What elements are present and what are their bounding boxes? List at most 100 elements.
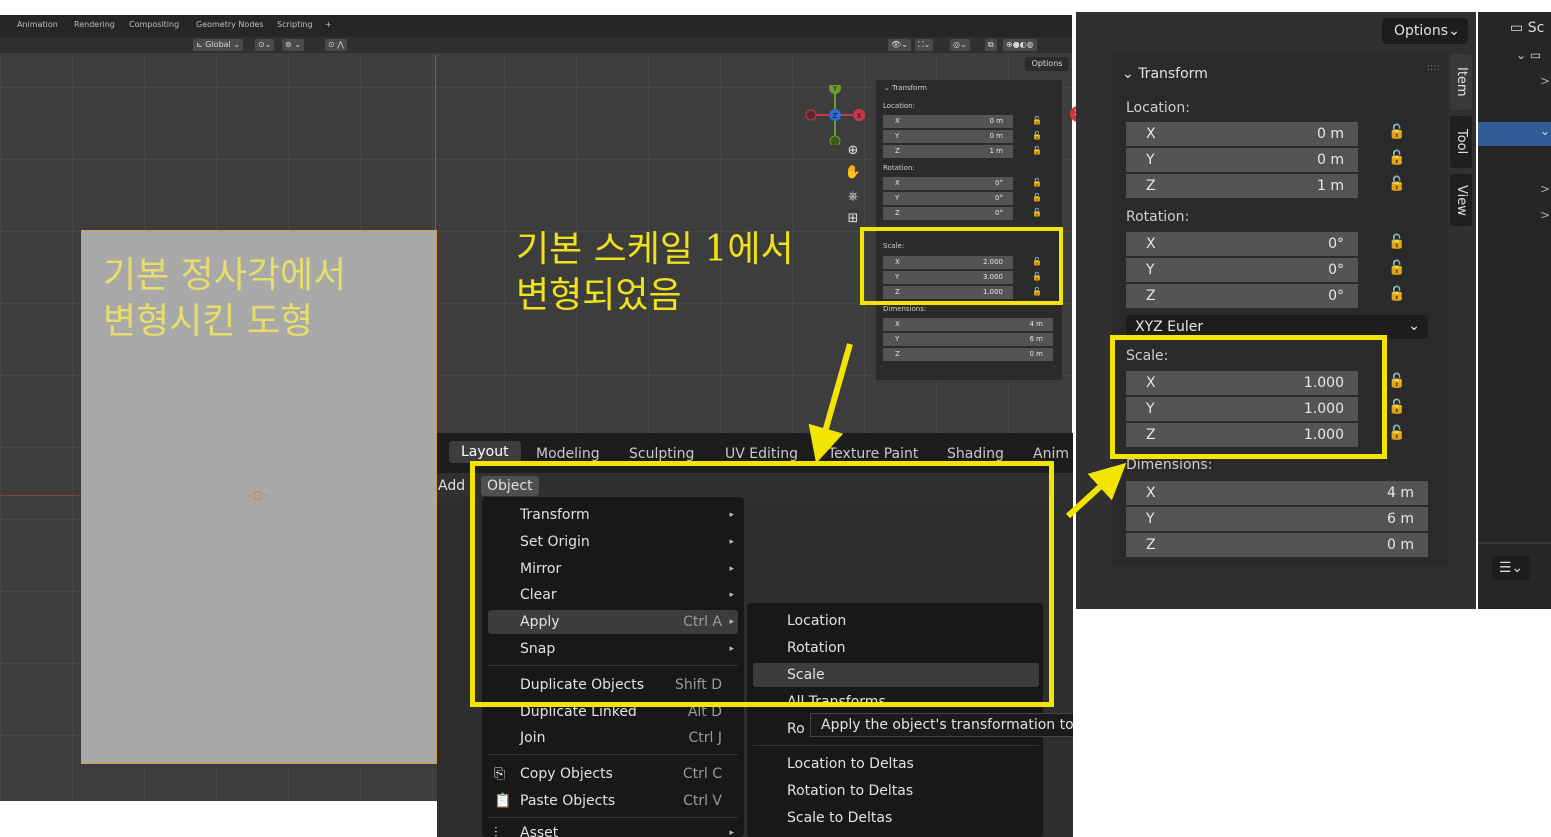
lock-icon[interactable]: 🔓: [1032, 146, 1042, 155]
lock-icon[interactable]: 🔓: [1032, 193, 1042, 202]
orientation-value: Global: [205, 40, 231, 49]
field-value: 0 m: [989, 117, 1004, 125]
tab-modeling[interactable]: Modeling: [536, 446, 600, 462]
shading-modes[interactable]: ⊕●◐◍: [1003, 39, 1037, 51]
dimensions-y-field[interactable]: Y 6 m: [1126, 507, 1428, 531]
pan-hand-icon[interactable]: ✋: [843, 165, 863, 183]
mini-dimensions-y[interactable]: Y 6 m: [883, 333, 1053, 346]
navigation-gizmo[interactable]: Y X Z: [805, 85, 865, 145]
lock-icon[interactable]: 🔓: [1032, 116, 1042, 125]
location-x-field[interactable]: X 0 m: [1126, 122, 1358, 146]
properties-editor-dropdown[interactable]: ☰⌄: [1492, 556, 1530, 580]
snap-dropdown[interactable]: ⊚ ⌄: [282, 39, 304, 51]
tab-view[interactable]: View: [1450, 174, 1472, 226]
mini-dimensions-x[interactable]: X 4 m: [883, 318, 1053, 331]
dimensions-z-field[interactable]: Z 0 m: [1126, 533, 1428, 557]
rotation-x-field[interactable]: X 0°: [1126, 232, 1358, 256]
lock-icon[interactable]: 🔓: [1388, 176, 1405, 192]
lock-icon[interactable]: 🔓: [1032, 131, 1042, 140]
add-workspace-button[interactable]: +: [325, 20, 332, 29]
xray-button[interactable]: ⧉: [985, 39, 997, 51]
pivot-dropdown[interactable]: ⊙⌄: [255, 39, 275, 51]
gizmo-dropdown[interactable]: ⛶⌄: [915, 39, 934, 51]
menu-item-join[interactable]: Join Ctrl J: [488, 726, 738, 750]
copy-icon: ⎘: [494, 766, 506, 782]
dimensions-x-field[interactable]: X 4 m: [1126, 481, 1428, 505]
proportional-edit-button[interactable]: ⊙ ⋀: [325, 39, 347, 51]
overlay-dropdown[interactable]: ◎⌄: [950, 39, 970, 51]
lock-icon[interactable]: 🔓: [1388, 150, 1405, 166]
tab-item[interactable]: Item: [1450, 54, 1472, 110]
field-key: Y: [1146, 152, 1155, 168]
options-dropdown[interactable]: Options ⌄: [1382, 18, 1468, 44]
mini-rotation-y[interactable]: Y 0°: [883, 192, 1013, 205]
gizmo-z-label: Z: [833, 112, 838, 120]
mini-rotation-label: Rotation:: [883, 164, 915, 172]
tab-sculpting[interactable]: Sculpting: [629, 446, 694, 462]
location-z-field[interactable]: Z 1 m: [1126, 174, 1358, 198]
rotation-y-field[interactable]: Y 0°: [1126, 258, 1358, 282]
tab-rendering[interactable]: Rendering: [74, 20, 115, 29]
mini-location-y[interactable]: Y 0 m: [883, 130, 1013, 143]
menu-item-asset[interactable]: ⫶ Asset ▸: [488, 821, 738, 837]
visibility-dropdown[interactable]: 👁⌄: [888, 39, 911, 51]
lock-icon[interactable]: 🔓: [1388, 234, 1405, 250]
visibility-icon[interactable]: >: [1540, 208, 1550, 222]
field-key: Z: [1146, 537, 1156, 553]
tab-geometry-nodes[interactable]: Geometry Nodes: [196, 20, 263, 29]
apply-item-location-to-deltas[interactable]: Location to Deltas: [753, 752, 1039, 776]
tab-animation[interactable]: Animation: [17, 20, 58, 29]
rotation-z-field[interactable]: Z 0°: [1126, 284, 1358, 308]
menu-item-copy-objects[interactable]: ⎘ Copy Objects Ctrl C: [488, 762, 738, 786]
apply-item-scale-to-deltas[interactable]: Scale to Deltas: [753, 806, 1039, 830]
visibility-icon[interactable]: >: [1540, 74, 1550, 88]
lock-icon[interactable]: 🔓: [1032, 178, 1042, 187]
field-key: Z: [895, 209, 900, 217]
tab-tool[interactable]: Tool: [1450, 116, 1472, 168]
tab-scripting[interactable]: Scripting: [277, 20, 313, 29]
lock-icon[interactable]: 🔓: [1388, 260, 1405, 276]
outliner-panel: ▭ Sc ⌄ ▭ > ⌄ > > ☰⌄: [1478, 12, 1551, 609]
chevron-down-icon[interactable]: ⌄ ▭: [1516, 48, 1541, 62]
mini-options-button[interactable]: Options: [1025, 57, 1069, 71]
lock-icon[interactable]: 🔓: [1388, 286, 1405, 302]
drag-handle-icon[interactable]: ::::: [1427, 62, 1440, 73]
lock-icon[interactable]: 🔓: [1388, 425, 1405, 441]
tab-shading[interactable]: Shading: [947, 446, 1004, 462]
field-key: Y: [1146, 262, 1155, 278]
menu-item-shortcut: Ctrl V: [683, 793, 722, 809]
mini-location-label: Location:: [883, 102, 915, 110]
zoom-icon[interactable]: ⊕: [843, 143, 863, 161]
mini-rotation-z[interactable]: Z 0°: [883, 207, 1013, 220]
tab-layout[interactable]: Layout: [449, 441, 521, 463]
apply-item-rotation-to-deltas[interactable]: Rotation to Deltas: [753, 779, 1039, 803]
visibility-icon[interactable]: >: [1540, 182, 1550, 196]
field-value: 0°: [995, 209, 1003, 217]
options-label: Options: [1394, 23, 1449, 39]
orientation-dropdown[interactable]: ⊾ Global ⌄: [193, 39, 244, 51]
tab-texture-paint[interactable]: Texture Paint: [828, 446, 918, 462]
menu-item-label: Ro: [787, 721, 805, 737]
lock-icon[interactable]: 🔓: [1388, 124, 1405, 140]
tab-animation[interactable]: Anim: [1033, 446, 1069, 462]
transform-header[interactable]: ⌄ Transform: [1122, 66, 1208, 82]
rotation-label: Rotation:: [1126, 209, 1190, 225]
field-key: Y: [895, 132, 900, 140]
menu-separator: [753, 745, 1039, 746]
lock-icon[interactable]: 🔓: [1388, 373, 1405, 389]
camera-icon[interactable]: ⎈: [843, 189, 863, 207]
tab-uv-editing[interactable]: UV Editing: [725, 446, 798, 462]
chevron-down-icon[interactable]: ⌄: [1540, 124, 1550, 138]
add-menu[interactable]: Add: [438, 476, 465, 496]
tab-compositing[interactable]: Compositing: [129, 20, 179, 29]
lock-icon[interactable]: 🔓: [1388, 399, 1405, 415]
lock-icon[interactable]: 🔓: [1032, 208, 1042, 217]
menu-item-paste-objects[interactable]: 📋 Paste Objects Ctrl V: [488, 789, 738, 813]
field-key: Y: [1146, 511, 1155, 527]
mini-rotation-x[interactable]: X 0°: [883, 177, 1013, 190]
field-key: Z: [895, 350, 900, 358]
mini-location-x[interactable]: X 0 m: [883, 115, 1013, 128]
mini-location-z[interactable]: Z 1 m: [883, 145, 1013, 158]
mini-dimensions-z[interactable]: Z 0 m: [883, 348, 1053, 361]
location-y-field[interactable]: Y 0 m: [1126, 148, 1358, 172]
